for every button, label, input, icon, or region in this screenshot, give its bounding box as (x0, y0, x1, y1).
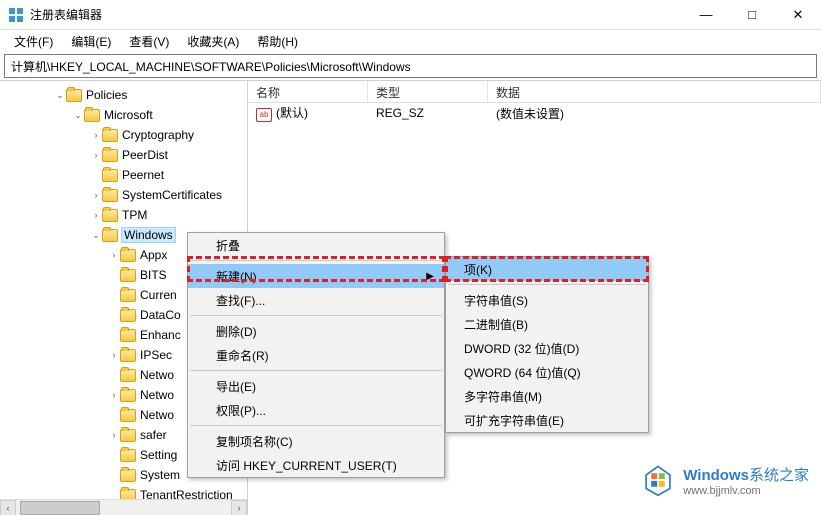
new-submenu: 项(K) 字符串值(S) 二进制值(B) DWORD (32 位)值(D) QW… (445, 256, 649, 433)
title-bar: 注册表编辑器 — □ ✕ (0, 0, 821, 30)
folder-icon (120, 329, 136, 342)
folder-icon (102, 189, 118, 202)
address-path: 计算机\HKEY_LOCAL_MACHINE\SOFTWARE\Policies… (11, 58, 411, 75)
folder-icon (120, 389, 136, 402)
menu-file[interactable]: 文件(F) (6, 31, 61, 52)
sub-dword[interactable]: DWORD (32 位)值(D) (446, 336, 648, 360)
ctx-rename[interactable]: 重命名(R) (188, 343, 444, 367)
tree-item[interactable]: PeerDist (0, 145, 247, 165)
folder-icon (120, 249, 136, 262)
chevron-down-icon[interactable] (90, 230, 102, 241)
folder-icon (102, 209, 118, 222)
ctx-collapse[interactable]: 折叠 (188, 233, 444, 257)
col-header-type[interactable]: 类型 (368, 81, 488, 102)
folder-icon (120, 449, 136, 462)
chevron-right-icon[interactable] (108, 250, 120, 260)
list-row[interactable]: ab (默认) REG_SZ (数值未设置) (248, 103, 821, 123)
ctx-copy-key-name[interactable]: 复制项名称(C) (188, 429, 444, 453)
folder-icon (102, 149, 118, 162)
scroll-thumb[interactable] (20, 501, 100, 515)
sub-expandable-string[interactable]: 可扩充字符串值(E) (446, 408, 648, 432)
scroll-right-button[interactable]: › (231, 500, 247, 515)
window-title: 注册表编辑器 (30, 6, 683, 23)
maximize-button[interactable]: □ (729, 0, 775, 29)
separator (190, 370, 442, 371)
folder-icon (120, 409, 136, 422)
sub-string[interactable]: 字符串值(S) (446, 288, 648, 312)
menu-view[interactable]: 查看(V) (121, 31, 177, 52)
list-header: 名称 类型 数据 (248, 81, 821, 103)
folder-icon (120, 289, 136, 302)
chevron-right-icon[interactable] (90, 150, 102, 160)
value-data: (数值未设置) (488, 105, 821, 122)
window-controls: — □ ✕ (683, 0, 821, 29)
horizontal-scrollbar[interactable]: ‹ › (0, 499, 247, 515)
tree-item-policies[interactable]: Policies (0, 85, 247, 105)
scroll-left-button[interactable]: ‹ (0, 500, 16, 515)
chevron-down-icon[interactable] (54, 90, 66, 101)
chevron-right-icon[interactable] (108, 430, 120, 440)
sub-multi-string[interactable]: 多字符串值(M) (446, 384, 648, 408)
regedit-icon (8, 7, 24, 23)
chevron-right-icon[interactable] (90, 190, 102, 200)
minimize-button[interactable]: — (683, 0, 729, 29)
folder-icon (120, 469, 136, 482)
separator (190, 260, 442, 261)
value-name: (默认) (276, 106, 308, 120)
sub-qword[interactable]: QWORD (64 位)值(Q) (446, 360, 648, 384)
chevron-right-icon[interactable] (90, 130, 102, 140)
chevron-down-icon[interactable] (72, 110, 84, 121)
folder-icon (66, 89, 82, 102)
col-header-name[interactable]: 名称 (248, 81, 368, 102)
folder-icon (102, 129, 118, 142)
context-menu: 折叠 新建(N)▶ 查找(F)... 删除(D) 重命名(R) 导出(E) 权限… (187, 232, 445, 478)
ctx-new[interactable]: 新建(N)▶ (188, 264, 444, 288)
ctx-delete[interactable]: 删除(D) (188, 319, 444, 343)
value-type: REG_SZ (368, 106, 488, 120)
string-value-icon: ab (256, 108, 272, 122)
tree-item[interactable]: SystemCertificates (0, 185, 247, 205)
folder-icon (102, 169, 118, 182)
menu-edit[interactable]: 编辑(E) (63, 31, 119, 52)
menu-help[interactable]: 帮助(H) (249, 31, 306, 52)
chevron-right-icon[interactable] (90, 210, 102, 220)
tree-item-microsoft[interactable]: Microsoft (0, 105, 247, 125)
ctx-permissions[interactable]: 权限(P)... (188, 398, 444, 422)
submenu-arrow-icon: ▶ (426, 271, 434, 282)
ctx-goto-hkcu[interactable]: 访问 HKEY_CURRENT_USER(T) (188, 453, 444, 477)
folder-icon (120, 349, 136, 362)
chevron-right-icon[interactable] (108, 350, 120, 360)
folder-icon (120, 369, 136, 382)
folder-icon (120, 429, 136, 442)
folder-icon (120, 309, 136, 322)
col-header-data[interactable]: 数据 (488, 81, 821, 102)
separator (190, 425, 442, 426)
folder-icon (120, 269, 136, 282)
folder-icon (84, 109, 100, 122)
separator (448, 284, 646, 285)
sub-binary[interactable]: 二进制值(B) (446, 312, 648, 336)
menu-favorites[interactable]: 收藏夹(A) (179, 31, 247, 52)
sub-key[interactable]: 项(K) (446, 257, 648, 281)
ctx-export[interactable]: 导出(E) (188, 374, 444, 398)
close-button[interactable]: ✕ (775, 0, 821, 29)
tree-item[interactable]: TPM (0, 205, 247, 225)
chevron-right-icon[interactable] (108, 390, 120, 400)
ctx-find[interactable]: 查找(F)... (188, 288, 444, 312)
address-bar[interactable]: 计算机\HKEY_LOCAL_MACHINE\SOFTWARE\Policies… (4, 54, 817, 78)
tree-item[interactable]: Cryptography (0, 125, 247, 145)
separator (190, 315, 442, 316)
tree-item[interactable]: Peernet (0, 165, 247, 185)
menu-bar: 文件(F) 编辑(E) 查看(V) 收藏夹(A) 帮助(H) (0, 30, 821, 52)
folder-icon (102, 229, 118, 242)
